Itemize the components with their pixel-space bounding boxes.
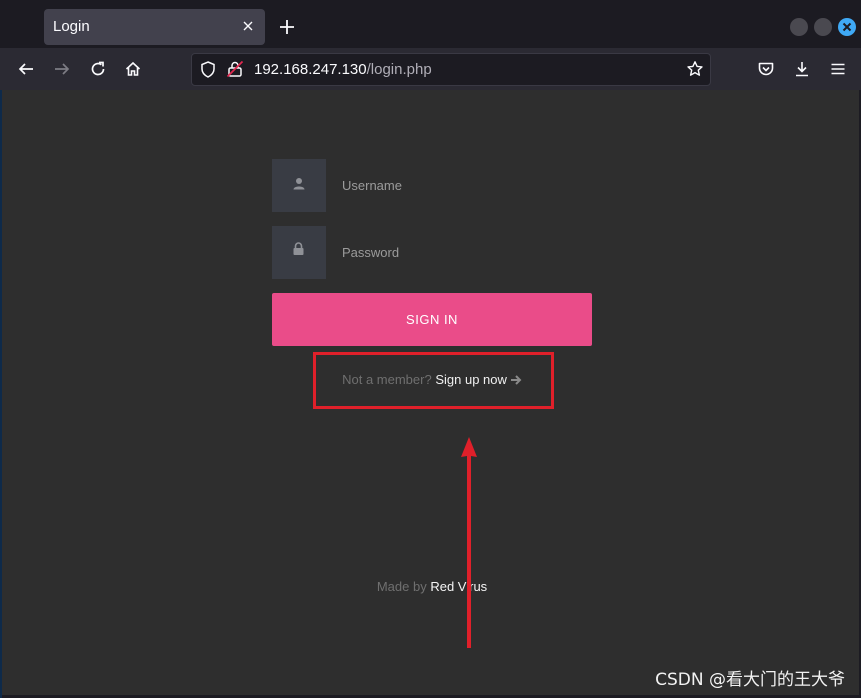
- download-icon[interactable]: [793, 60, 811, 78]
- forward-arrow-icon[interactable]: [53, 60, 71, 78]
- insecure-lock-icon[interactable]: [226, 60, 244, 78]
- url-text: 192.168.247.130/login.php: [254, 61, 432, 78]
- url-host: 192.168.247.130: [254, 61, 367, 78]
- annotation-highlight-box: [313, 352, 554, 409]
- login-page: SIGN IN Not a member? Sign up now Made b…: [2, 90, 859, 695]
- close-window-button[interactable]: [838, 18, 856, 36]
- username-icon-box: [272, 159, 326, 212]
- annotation-arrow: [461, 437, 477, 648]
- tab-login[interactable]: Login: [44, 9, 265, 45]
- username-input[interactable]: [326, 159, 592, 212]
- close-window-icon: [842, 22, 852, 32]
- navigation-toolbar: 192.168.247.130/login.php: [0, 48, 861, 90]
- username-field: [272, 159, 592, 212]
- bookmark-star-icon[interactable]: [686, 60, 704, 78]
- password-field: [272, 226, 592, 279]
- sign-in-button[interactable]: SIGN IN: [272, 293, 592, 346]
- menu-icon[interactable]: [829, 60, 847, 78]
- footer-prefix: Made by: [376, 579, 427, 594]
- pocket-icon[interactable]: [757, 60, 775, 78]
- back-arrow-icon[interactable]: [17, 60, 35, 78]
- user-icon: [293, 178, 305, 190]
- lock-icon: [293, 242, 304, 255]
- tab-strip: Login: [0, 0, 861, 48]
- password-input[interactable]: [326, 226, 592, 279]
- close-tab-icon[interactable]: [240, 18, 256, 34]
- reload-icon[interactable]: [89, 60, 107, 78]
- address-bar[interactable]: 192.168.247.130/login.php: [191, 53, 711, 86]
- shield-icon[interactable]: [200, 61, 216, 78]
- tab-title: Login: [53, 18, 90, 35]
- new-tab-icon[interactable]: [278, 18, 296, 36]
- password-icon-box: [272, 226, 326, 279]
- minimize-window-button[interactable]: [790, 18, 808, 36]
- home-icon[interactable]: [124, 60, 142, 78]
- url-path: /login.php: [366, 61, 432, 78]
- footer-credit: Made by Red Virus: [272, 579, 592, 594]
- watermark: CSDN @看大门的王大爷: [655, 670, 845, 690]
- maximize-window-button[interactable]: [814, 18, 832, 36]
